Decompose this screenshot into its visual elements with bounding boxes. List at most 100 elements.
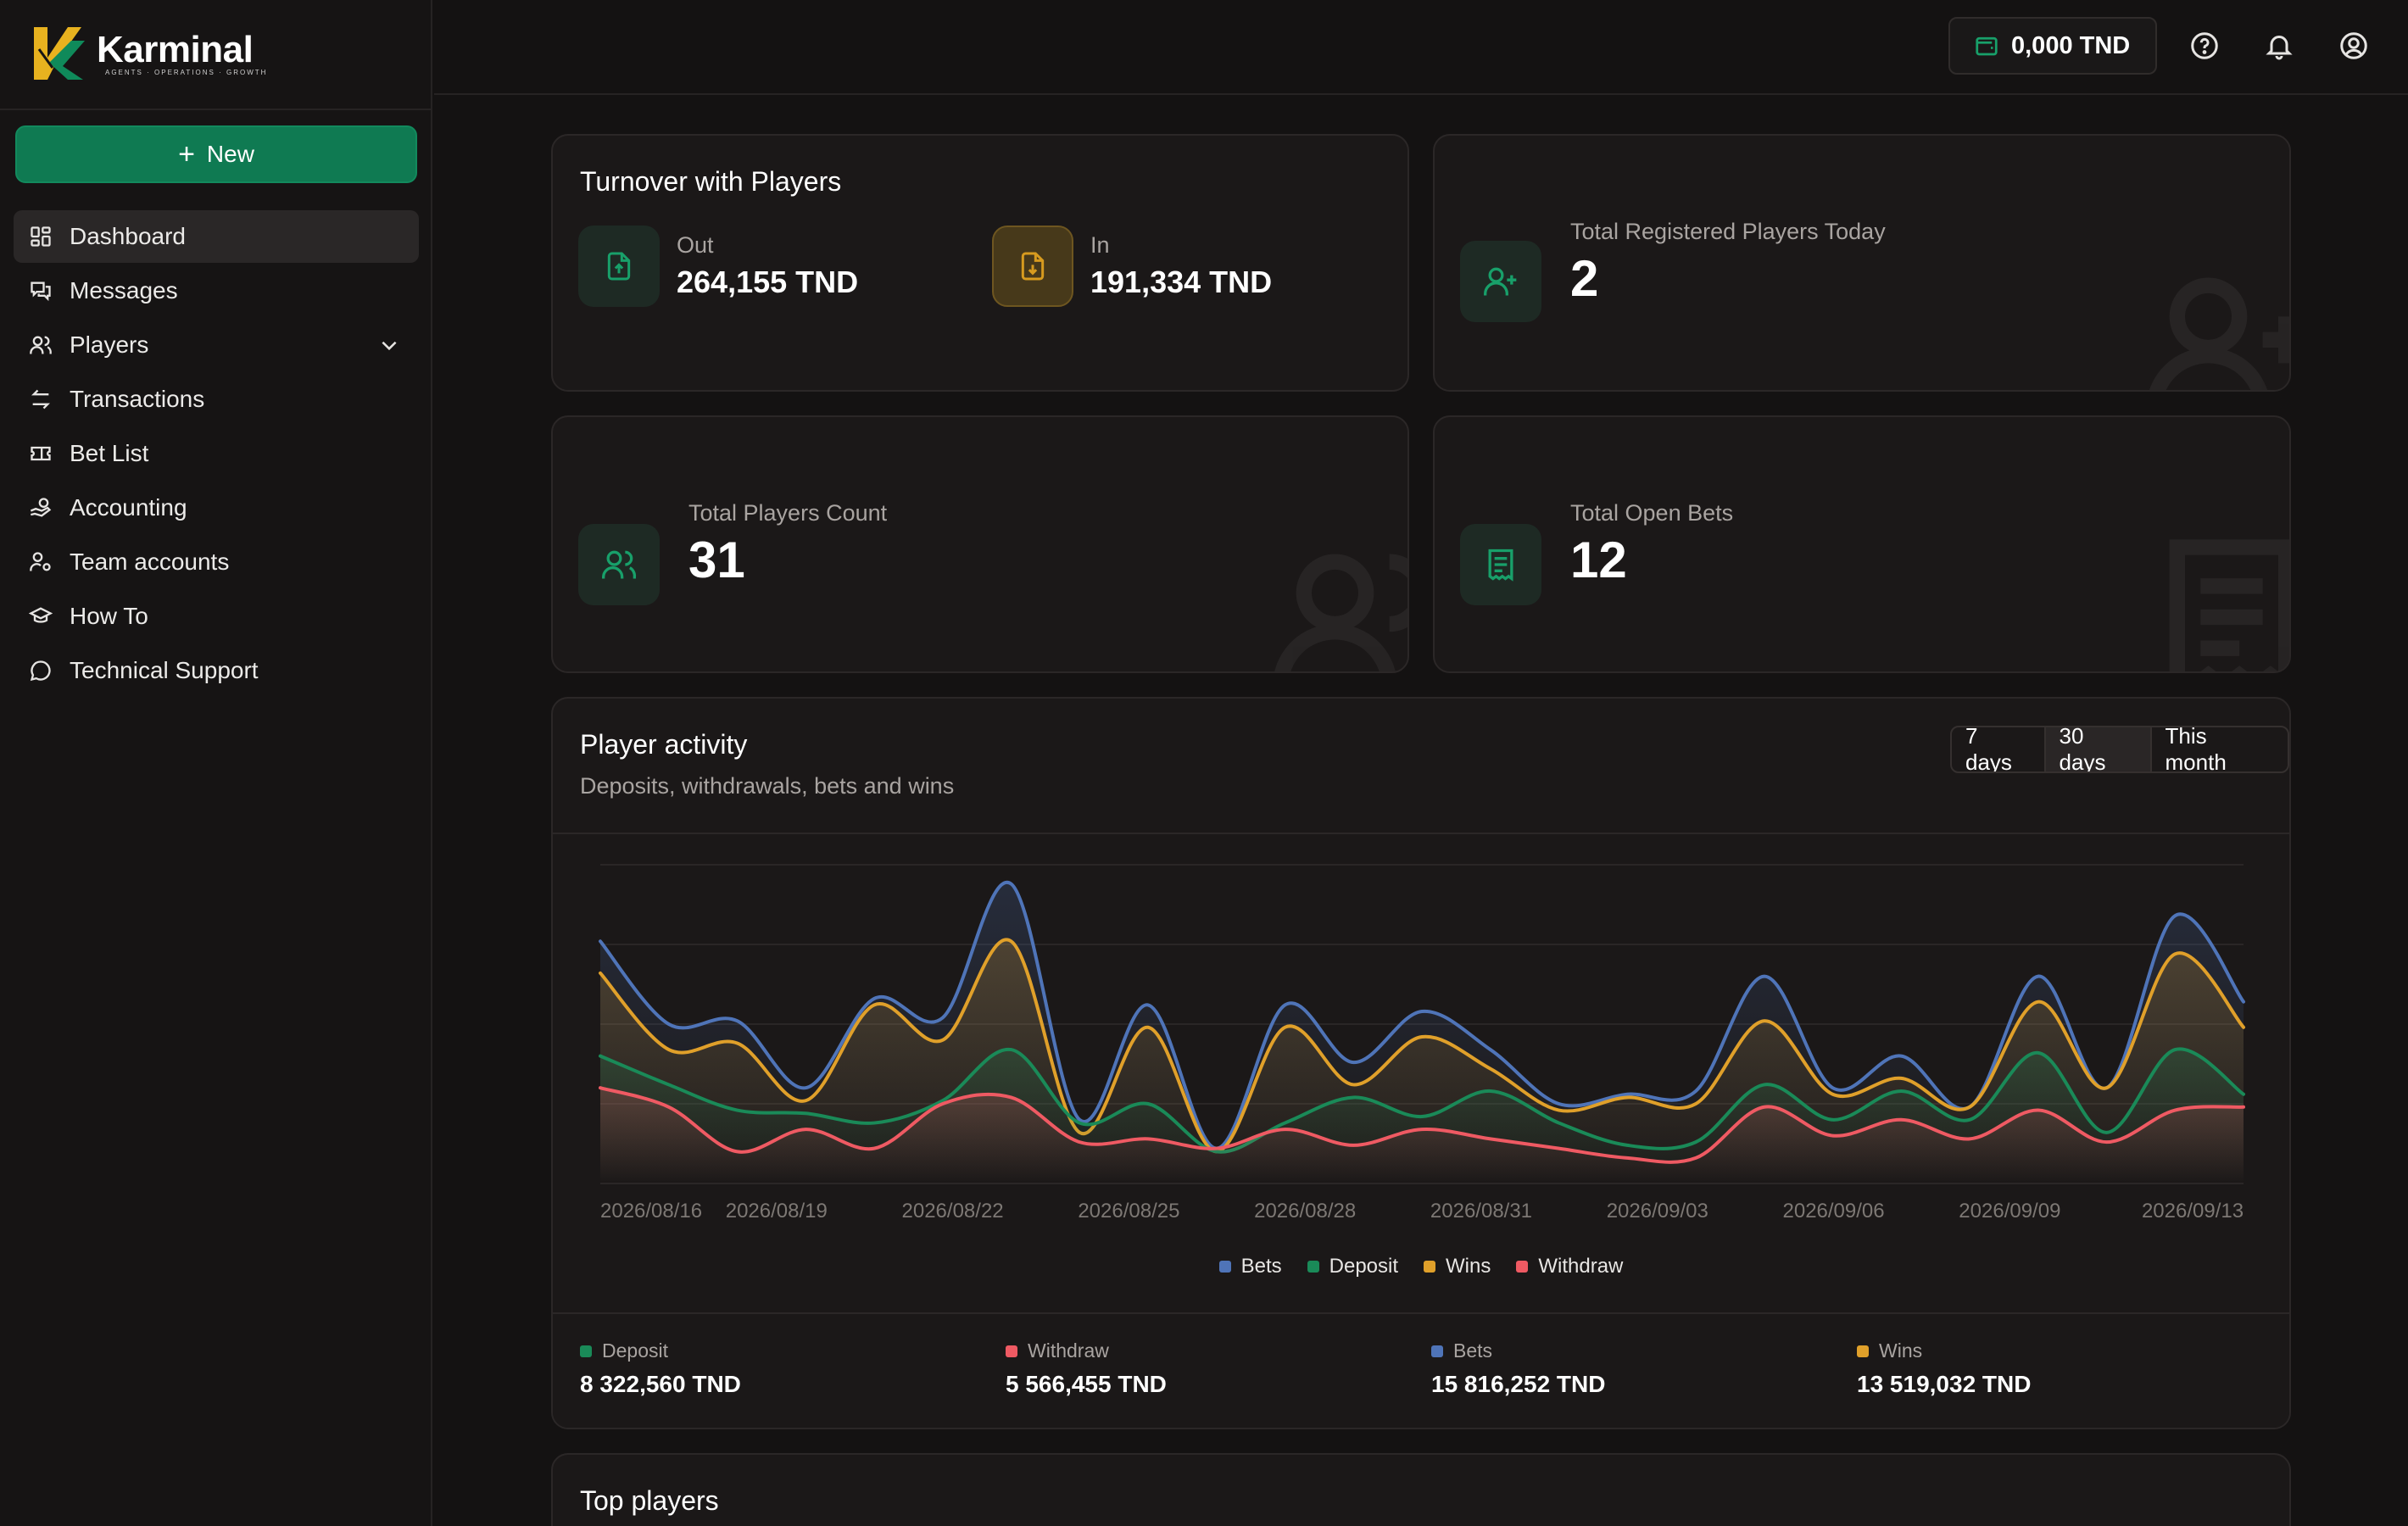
legend-item-withdraw[interactable]: Withdraw: [1516, 1255, 1623, 1278]
wallet-icon: [1976, 36, 1998, 56]
activity-totals: Deposit 8 322,560 TND Withdraw 5 566,455…: [553, 1312, 2289, 1428]
total-label: Wins: [1879, 1339, 1923, 1362]
plus-icon: +: [178, 138, 195, 170]
legend-item-deposit[interactable]: Deposit: [1307, 1255, 1398, 1278]
registered-value: 2: [1570, 250, 1599, 307]
sidebar-item-technical-support[interactable]: Technical Support: [14, 644, 419, 697]
x-tick-label: 2026/08/31: [1430, 1200, 1532, 1222]
players-count-card: Total Players Count 31: [551, 415, 1409, 673]
sidebar-item-label: Team accounts: [70, 549, 230, 575]
total-bets: Bets 15 816,252 TND: [1431, 1339, 1605, 1398]
activity-title: Player activity: [580, 729, 748, 760]
top-header: 0,000 TND: [434, 0, 2408, 95]
sidebar-item-label: Players: [70, 331, 149, 358]
total-deposit: Deposit 8 322,560 TND: [580, 1339, 741, 1398]
sidebar-item-bet-list[interactable]: Bet List: [14, 427, 419, 480]
open-bets-card: Total Open Bets 12: [1433, 415, 2291, 673]
sidebar-item-how-to[interactable]: How To: [14, 590, 419, 643]
legend-swatch: [1516, 1261, 1529, 1273]
sidebar-item-dashboard[interactable]: Dashboard: [14, 210, 419, 263]
x-tick-label: 2026/09/13: [2142, 1200, 2244, 1222]
messages-icon: [27, 277, 54, 304]
top-players-title: Top players: [580, 1485, 719, 1516]
sidebar-item-team-accounts[interactable]: Team accounts: [14, 536, 419, 588]
deposit-swatch: [580, 1345, 592, 1357]
range-selector: 7 days 30 days This month: [1950, 726, 2289, 773]
total-label: Deposit: [602, 1339, 668, 1362]
in-icon-box: [992, 226, 1073, 307]
legend-swatch: [1424, 1261, 1436, 1273]
total-label: Withdraw: [1028, 1339, 1109, 1362]
legend-swatch: [1218, 1261, 1231, 1273]
sidebar-item-label: Bet List: [70, 440, 149, 466]
sidebar-item-players[interactable]: Players: [14, 319, 419, 371]
sidebar-item-label: Technical Support: [70, 657, 259, 683]
registered-players-card: Total Registered Players Today 2: [1433, 134, 2291, 392]
sidebar-item-messages[interactable]: Messages: [14, 265, 419, 317]
total-value: 15 816,252 TND: [1431, 1371, 1606, 1397]
x-tick-label: 2026/09/03: [1607, 1200, 1708, 1222]
bets-swatch: [1431, 1345, 1443, 1357]
arrows-swap-icon: [27, 386, 54, 413]
receipt-watermark-icon: [2169, 539, 2289, 671]
wallet-balance-value: 0,000 TND: [2011, 31, 2131, 59]
total-withdraw: Withdraw 5 566,455 TND: [1006, 1339, 1167, 1398]
chat-bubble-icon: [27, 657, 54, 684]
out-label: Out: [677, 232, 714, 258]
x-tick-label: 2026/08/28: [1254, 1200, 1356, 1222]
sidebar-item-accounting[interactable]: Accounting: [14, 482, 419, 534]
range-7-days[interactable]: 7 days: [1952, 727, 2046, 771]
range-this-month[interactable]: This month: [2152, 727, 2288, 771]
wins-swatch: [1857, 1345, 1869, 1357]
bell-icon[interactable]: [2264, 31, 2294, 61]
players-count-label: Total Players Count: [688, 500, 888, 526]
user-plus-icon: [1484, 267, 1517, 296]
wallet-balance[interactable]: 0,000 TND: [1948, 17, 2157, 75]
sidebar-item-label: Dashboard: [70, 223, 186, 249]
open-bets-value: 12: [1570, 532, 1627, 588]
help-icon[interactable]: [2189, 31, 2220, 61]
x-tick-label: 2026/08/16: [600, 1200, 702, 1222]
total-wins: Wins 13 519,032 TND: [1857, 1339, 2031, 1398]
users-watermark-icon: [1274, 554, 1407, 671]
users-icon: [602, 550, 637, 579]
x-tick-label: 2026/08/19: [726, 1200, 828, 1222]
file-upload-icon: [607, 252, 631, 281]
logo[interactable]: Karminal AGENTS · OPERATIONS · GROWTH: [0, 0, 432, 110]
sidebar-item-transactions[interactable]: Transactions: [14, 373, 419, 426]
x-tick-label: 2026/09/06: [1783, 1200, 1885, 1222]
graduation-cap-icon: [27, 603, 54, 630]
registered-label: Total Registered Players Today: [1570, 219, 1886, 244]
sidebar-item-label: Messages: [70, 277, 178, 304]
turnover-card: Turnover with Players Out 264,155 TND In…: [551, 134, 1409, 392]
coins-hand-icon: [27, 494, 54, 521]
range-30-days[interactable]: 30 days: [2045, 727, 2152, 771]
open-bets-icon-box: [1460, 524, 1541, 605]
sidebar-item-label: Transactions: [70, 386, 205, 412]
new-button-label: New: [206, 141, 254, 167]
sidebar: Karminal AGENTS · OPERATIONS · GROWTH + …: [0, 0, 432, 1526]
chevron-down-icon[interactable]: [378, 334, 400, 356]
users-icon: [27, 331, 54, 359]
chart-legend: Bets Deposit Wins Withdraw: [553, 1255, 2289, 1278]
dashboard-icon: [27, 223, 54, 250]
user-account-icon[interactable]: [2338, 31, 2369, 61]
open-bets-label: Total Open Bets: [1570, 500, 1734, 526]
total-value: 8 322,560 TND: [580, 1371, 741, 1397]
x-tick-label: 2026/08/25: [1078, 1200, 1179, 1222]
in-value: 191,334 TND: [1090, 265, 1273, 299]
total-value: 13 519,032 TND: [1857, 1371, 2032, 1397]
app-name: Karminal: [97, 29, 254, 70]
total-label: Bets: [1453, 1339, 1493, 1362]
activity-chart: 2026/08/16 2026/08/19 2026/08/22 2026/08/25…: [599, 864, 2245, 1222]
receipt-icon: [1488, 549, 1513, 582]
players-count-icon-box: [578, 524, 660, 605]
file-download-icon: [1021, 252, 1045, 281]
legend-item-bets[interactable]: Bets: [1218, 1255, 1282, 1278]
top-players-card: Top players: [551, 1453, 2291, 1526]
legend-item-wins[interactable]: Wins: [1424, 1255, 1491, 1278]
user-cog-icon: [27, 549, 54, 576]
new-button[interactable]: + New: [15, 125, 417, 183]
in-label: In: [1090, 232, 1110, 258]
withdraw-swatch: [1006, 1345, 1017, 1357]
